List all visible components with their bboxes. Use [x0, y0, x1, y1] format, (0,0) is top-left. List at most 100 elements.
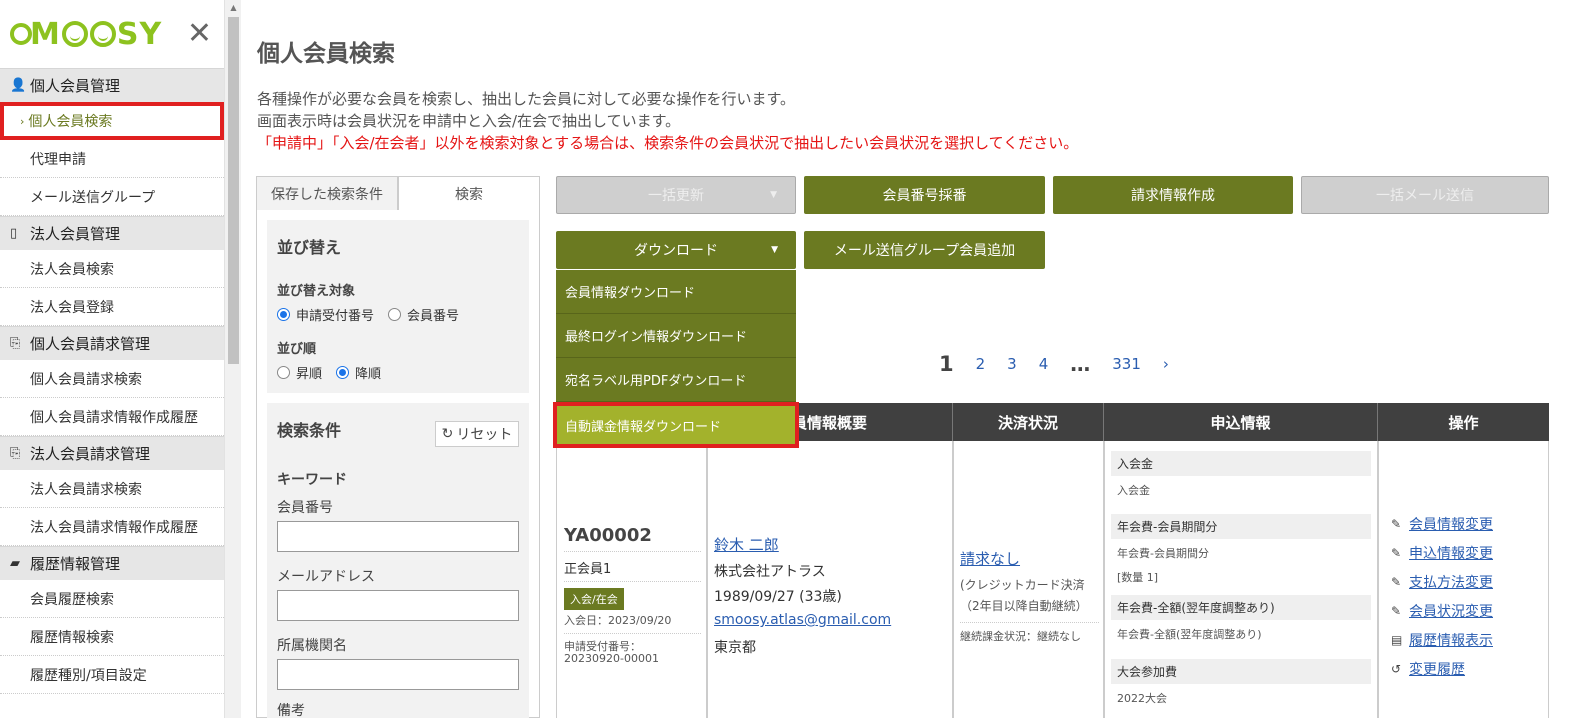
radio-desc[interactable]	[336, 366, 350, 379]
sort-order-label: 並び順	[277, 342, 317, 357]
op-history-view[interactable]: ▤ 履歴情報表示	[1391, 630, 1493, 650]
th-payment: 決済状況	[953, 403, 1104, 441]
tab-search[interactable]: 検索	[398, 176, 540, 211]
radio-member-no[interactable]	[388, 308, 402, 321]
sidebar-section-corporate: ▯ 法人会員管理	[0, 216, 224, 250]
member-no-assign-button[interactable]: 会員番号採番	[804, 176, 1045, 214]
pencil-icon: ✎	[1391, 575, 1402, 589]
sidebar-item-member-history[interactable]: 会員履歴検索	[0, 580, 224, 618]
chevron-right-icon: ›	[20, 114, 25, 128]
cell-member-summary: 鈴木 二郎 株式会社アトラス 1989/09/27 (33歳) smoosy.a…	[707, 441, 953, 718]
status-wrap: 入会/在会	[564, 581, 701, 610]
scroll-up-icon[interactable]: ▲	[225, 0, 242, 16]
history-icon: ↺	[1391, 662, 1402, 676]
cell-payment: 請求なし (クレジットカード決済 （2年目以降自動継続） 継続課金状況：継続なし	[953, 441, 1104, 718]
sidebar-item-personal-billing-search[interactable]: 個人会員請求検索	[0, 360, 224, 398]
main-content: 個人会員検索 各種操作が必要な会員を検索し、抽出した会員に対して必要な操作を行い…	[241, 0, 1593, 718]
caret-down-icon: ▼	[771, 245, 778, 255]
op-change-log[interactable]: ↺ 変更履歴	[1391, 659, 1493, 679]
sidebar-item-history-search[interactable]: 履歴情報検索	[0, 618, 224, 656]
copy-icon: ⎘	[10, 446, 21, 461]
page-current: 1	[939, 352, 954, 376]
op-application-change[interactable]: ✎ 申込情報変更	[1391, 543, 1493, 563]
sidebar-item-corp-register[interactable]: 法人会員登録	[0, 288, 224, 326]
reset-button[interactable]: ↻ リセット	[435, 421, 519, 447]
sidebar-section-personal: 👤 個人会員管理	[0, 68, 224, 102]
cell-operations: ✎ 会員情報変更 ✎ 申込情報変更 ✎ 支払方法変更 ✎ 会員状況変更 ▤ 履歴情報表示 …	[1378, 441, 1549, 718]
sidebar-item-mail-group[interactable]: メール送信グループ	[0, 178, 224, 216]
mail-group-add-button[interactable]: メール送信グループ会員追加	[804, 231, 1045, 269]
next-page-icon[interactable]: ›	[1163, 355, 1169, 373]
member-email-link[interactable]: smoosy.atlas@gmail.com	[714, 612, 891, 628]
bulk-mail-button[interactable]: 一括メール送信	[1301, 176, 1549, 214]
dd-last-login-download[interactable]: 最終ログイン情報ダウンロード	[556, 314, 796, 358]
folder-icon: ▰	[10, 556, 20, 571]
page-title: 個人会員検索	[257, 41, 395, 67]
member-pref: 東京都	[714, 640, 756, 656]
app-section-entry: 入会金 入会金	[1111, 451, 1371, 498]
tab-saved-conditions[interactable]: 保存した検索条件	[256, 176, 398, 211]
sidebar-item-personal-search[interactable]: › 個人会員検索	[0, 102, 224, 140]
app-section-annual-full: 年会費-全額(翌年度調整あり) 年会費-全額(翌年度調整あり)	[1111, 595, 1371, 642]
radio-asc[interactable]	[277, 366, 290, 379]
billing-create-button[interactable]: 請求情報作成	[1053, 176, 1293, 214]
email-input[interactable]	[277, 590, 519, 621]
app-section-annual-period: 年会費-会員期間分 年会費-会員期間分 [数量 1]	[1111, 514, 1371, 585]
sidebar-item-history-types[interactable]: 履歴種別/項目設定	[0, 656, 224, 694]
page-2[interactable]: 2	[976, 355, 986, 373]
logo-row: M SY ✕	[0, 0, 224, 68]
dd-auto-billing-download[interactable]: 自動課金情報ダウンロード	[553, 402, 799, 448]
op-payment-change[interactable]: ✎ 支払方法変更	[1391, 572, 1493, 592]
sidebar-section-history: ▰ 履歴情報管理	[0, 546, 224, 580]
search-panel-tabs: 保存した検索条件 検索	[256, 176, 540, 211]
org-label: 所属機関名	[277, 638, 347, 654]
sidebar-item-proxy[interactable]: 代理申請	[0, 140, 224, 178]
copy-icon: ⎘	[10, 336, 21, 351]
op-member-info-change[interactable]: ✎ 会員情報変更	[1391, 514, 1493, 534]
radio-app-no[interactable]	[277, 308, 290, 321]
scrollbar-thumb[interactable]	[228, 17, 239, 364]
sort-target-radios: 申請受付番号 会員番号	[277, 305, 519, 324]
member-id: YA00002	[564, 525, 652, 546]
payment-link[interactable]: 請求なし	[960, 548, 1020, 569]
pencil-icon: ✎	[1391, 517, 1402, 531]
download-button[interactable]: ダウンロード ▼	[556, 231, 796, 269]
app-section-convention: 大会参加費 2022大会	[1111, 659, 1371, 706]
sort-title: 並び替え	[277, 238, 342, 257]
bulk-update-button[interactable]: 一括更新 ▼	[556, 176, 796, 214]
user-icon: 👤	[10, 78, 27, 93]
dd-label-pdf-download[interactable]: 宛名ラベル用PDFダウンロード	[556, 358, 796, 402]
sidebar-item-corp-search[interactable]: 法人会員検索	[0, 250, 224, 288]
member-no-input[interactable]	[277, 521, 519, 552]
org-input[interactable]	[277, 659, 519, 690]
dd-member-info-download[interactable]: 会員情報ダウンロード	[556, 270, 796, 314]
sidebar-section-corp-billing: ⎘ 法人会員請求管理	[0, 436, 224, 470]
page-4[interactable]: 4	[1039, 355, 1049, 373]
cell-application: 入会金 入会金 年会費-会員期間分 年会費-会員期間分 [数量 1] 年会費-全…	[1104, 441, 1378, 718]
pencil-icon: ✎	[1391, 604, 1402, 618]
th-operations: 操作	[1448, 413, 1479, 432]
sort-order-radios: 昇順 降順	[277, 363, 519, 382]
sidebar-scrollbar[interactable]: ▲	[224, 0, 241, 718]
sidebar-item-personal-billing-history[interactable]: 個人会員請求情報作成履歴	[0, 398, 224, 436]
sidebar-item-corp-billing-history[interactable]: 法人会員請求情報作成履歴	[0, 508, 224, 546]
sidebar: M SY ✕ 👤 個人会員管理 › 個人会員検索 代理申請 メール送信グループ ▯ 法人…	[0, 0, 224, 718]
operations-list: ✎ 会員情報変更 ✎ 申込情報変更 ✎ 支払方法変更 ✎ 会員状況変更 ▤ 履歴情報表示 …	[1391, 514, 1493, 688]
op-status-change[interactable]: ✎ 会員状況変更	[1391, 601, 1493, 621]
payment-status: 継続課金状況：継続なし	[960, 622, 1099, 644]
cell-member-id: YA00002 正会員1 入会/在会 入会日：2023/09/20 申請受付番号…	[556, 441, 707, 718]
document-icon: ▤	[1391, 633, 1403, 647]
page-3[interactable]: 3	[1007, 355, 1017, 373]
page-description: 各種操作が必要な会員を検索し、抽出した会員に対して必要な操作を行います。 画面表…	[257, 90, 1079, 152]
status-badge: 入会/在会	[564, 588, 624, 610]
close-icon[interactable]: ✕	[187, 19, 212, 49]
member-name-link[interactable]: 鈴木 二郎	[714, 534, 779, 555]
sidebar-item-corp-billing-search[interactable]: 法人会員請求検索	[0, 470, 224, 508]
app-no-label: 申請受付番号：	[564, 633, 701, 654]
pagination: 1 2 3 4 … 331 ›	[939, 352, 1191, 376]
page-last[interactable]: 331	[1112, 355, 1141, 373]
join-date: 入会日：2023/09/20	[564, 614, 672, 627]
building-icon: ▯	[10, 226, 18, 241]
note-label: 備考	[277, 703, 305, 718]
smoosy-logo[interactable]: M SY	[10, 17, 162, 52]
